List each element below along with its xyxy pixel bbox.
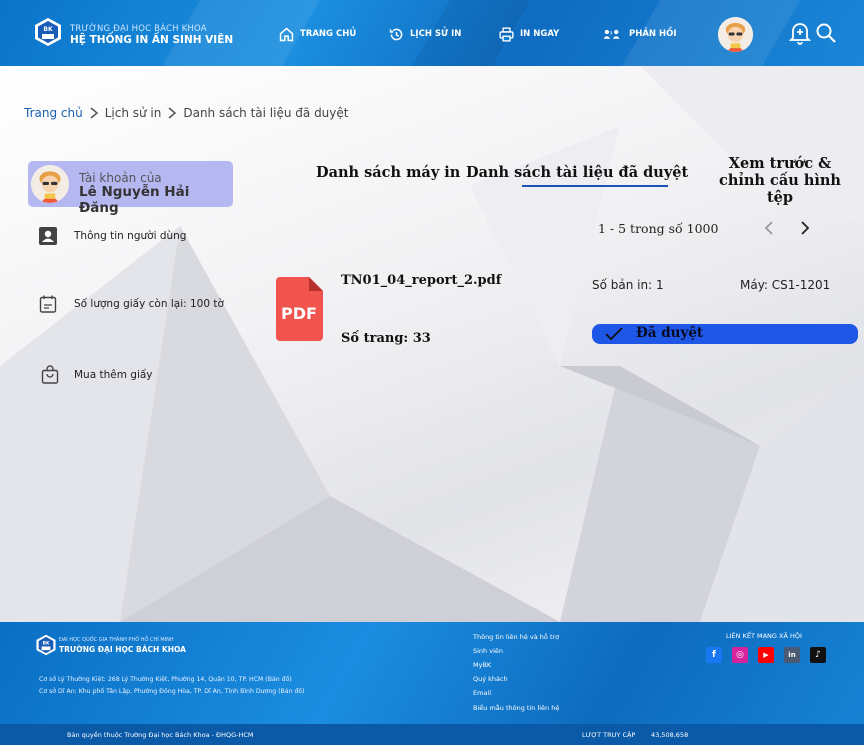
shopping-bag-icon: [41, 365, 59, 384]
footer-social-title: LIÊN KẾT MẠNG XÃ HỘI: [726, 632, 802, 640]
status-badge: Đã duyệt: [592, 324, 858, 344]
breadcrumb-current: Danh sách tài liệu đã duyệt: [183, 106, 349, 120]
sidebar-item-label: Số lượng giấy còn lại: 100 tờ: [74, 298, 224, 310]
footer-link[interactable]: Sinh viên: [473, 647, 503, 655]
linkedin-icon[interactable]: in: [784, 647, 800, 663]
main-content: Trang chủ Lịch sử in Danh sách tài liệu …: [0, 66, 864, 622]
pdf-file-icon[interactable]: PDF: [276, 277, 323, 341]
chevron-left-icon[interactable]: [760, 218, 778, 238]
bk-logo-icon[interactable]: BK: [33, 17, 63, 47]
sidebar-item-user-info[interactable]: Thông tin người dùng: [38, 226, 186, 246]
breadcrumb: Trang chủ Lịch sử in Danh sách tài liệu …: [24, 106, 348, 120]
top-header: BK TRƯỜNG ĐẠI HỌC BÁCH KHOA HỆ THỐNG IN …: [0, 0, 864, 66]
footer-address-1: Cơ sở Lý Thường Kiệt: 268 Lý Thường Kiệt…: [39, 676, 292, 683]
history-icon: [389, 28, 403, 40]
nav-feedback-label: PHẢN HỒI: [629, 29, 677, 39]
user-avatar[interactable]: [718, 17, 753, 52]
home-icon: [279, 27, 294, 41]
document-copies: Số bản in: 1: [592, 278, 664, 292]
svg-text:BK: BK: [43, 26, 53, 33]
account-avatar: [31, 165, 69, 203]
facebook-icon[interactable]: f: [706, 647, 722, 663]
tab-printer-list[interactable]: Danh sách máy in: [316, 164, 460, 181]
visit-counter-label: LƯỢT TRUY CẬP: [582, 731, 636, 739]
footer-link[interactable]: Thông tin liên hệ và hỗ trợ: [473, 633, 559, 641]
footer-university-system: ĐẠI HỌC QUỐC GIA THÀNH PHỐ HỒ CHÍ MINH: [59, 637, 174, 643]
printer-icon: [499, 26, 514, 42]
visit-counter-value: 43,508,658: [651, 731, 689, 739]
active-tab-indicator: [522, 185, 668, 187]
footer-link[interactable]: Biểu mẫu thông tin liên hệ: [473, 704, 559, 712]
checkmark-icon: [605, 327, 623, 341]
nav-print-now-label: IN NGAY: [520, 29, 560, 39]
user-card-icon: [39, 227, 57, 245]
status-label: Đã duyệt: [636, 325, 704, 341]
document-printer: Máy: CS1-1201: [740, 278, 831, 292]
nav-history-label: LỊCH SỬ IN: [410, 29, 462, 39]
bk-logo-icon[interactable]: BK: [35, 634, 57, 656]
tiktok-icon[interactable]: ♪: [810, 647, 826, 663]
avatar-character-icon: [31, 165, 69, 203]
chevron-right-icon: [90, 107, 98, 119]
breadcrumb-home[interactable]: Trang chủ: [24, 106, 83, 120]
document-filename[interactable]: TN01_04_report_2.pdf: [341, 273, 501, 288]
sidebar-item-buy-paper[interactable]: Mua thêm giấy: [40, 365, 153, 385]
feedback-people-icon: [603, 29, 620, 39]
site-footer: BK ĐẠI HỌC QUỐC GIA THÀNH PHỐ HỒ CHÍ MIN…: [0, 622, 864, 745]
breadcrumb-history[interactable]: Lịch sử in: [105, 106, 162, 120]
tab-preview-config[interactable]: Xem trước & chỉnh cấu hình tệp: [704, 155, 856, 206]
nav-feedback[interactable]: PHẢN HỒI: [600, 25, 677, 43]
notification-bell-icon[interactable]: [788, 20, 812, 46]
svg-text:BK: BK: [43, 640, 50, 646]
tab-approved-documents[interactable]: Danh sách tài liệu đã duyệt: [466, 164, 688, 181]
nav-print-now[interactable]: IN NGAY: [498, 25, 559, 43]
nav-home-label: TRANG CHỦ: [300, 29, 357, 39]
logo-title: TRƯỜNG ĐẠI HỌC BÁCH KHOA: [70, 24, 207, 34]
account-label: Tài khoản của: [79, 171, 162, 185]
logo-subtitle: HỆ THỐNG IN ẤN SINH VIÊN: [70, 34, 234, 46]
nav-home[interactable]: TRANG CHỦ: [278, 25, 356, 43]
footer-link[interactable]: MyBK: [473, 661, 491, 669]
pagination-text: 1 - 5 trong số 1000: [598, 221, 719, 236]
youtube-icon[interactable]: ▶: [758, 647, 774, 663]
sidebar-item-label: Thông tin người dùng: [74, 230, 187, 242]
nav-history[interactable]: LỊCH SỬ IN: [388, 25, 461, 43]
footer-address-2: Cơ sở Dĩ An: Khu phố Tân Lập, Phường Đôn…: [39, 688, 305, 695]
footer-brand: TRƯỜNG ĐẠI HỌC BÁCH KHOA: [59, 645, 186, 654]
chevron-right-icon: [168, 107, 177, 119]
instagram-icon[interactable]: ◎: [732, 647, 748, 663]
footer-link[interactable]: Quý khách: [473, 675, 508, 683]
background-decoration: [0, 66, 864, 622]
footer-link[interactable]: Email: [473, 689, 491, 697]
account-card[interactable]: Tài khoản của Lê Nguyễn Hải Đăng: [28, 161, 233, 216]
copyright-bar: Bản quyền thuộc Trường Đại học Bách Khoa…: [0, 724, 864, 745]
tab-preview-line2: chỉnh cấu hình tệp: [719, 172, 841, 206]
account-name: Lê Nguyễn Hải Đăng: [79, 184, 190, 216]
pdf-icon-label: PDF: [281, 304, 317, 323]
tab-preview-line1: Xem trước &: [728, 155, 832, 172]
search-icon[interactable]: [815, 22, 837, 44]
document-page-count: Số trang: 33: [341, 331, 431, 346]
avatar-character-icon: [718, 17, 753, 52]
chevron-right-icon[interactable]: [796, 218, 814, 238]
sidebar-item-label: Mua thêm giấy: [74, 369, 153, 381]
sidebar-item-paper-count[interactable]: Số lượng giấy còn lại: 100 tờ: [38, 294, 224, 314]
calendar-icon: [39, 295, 57, 313]
copyright-text: Bản quyền thuộc Trường Đại học Bách Khoa…: [67, 731, 254, 739]
